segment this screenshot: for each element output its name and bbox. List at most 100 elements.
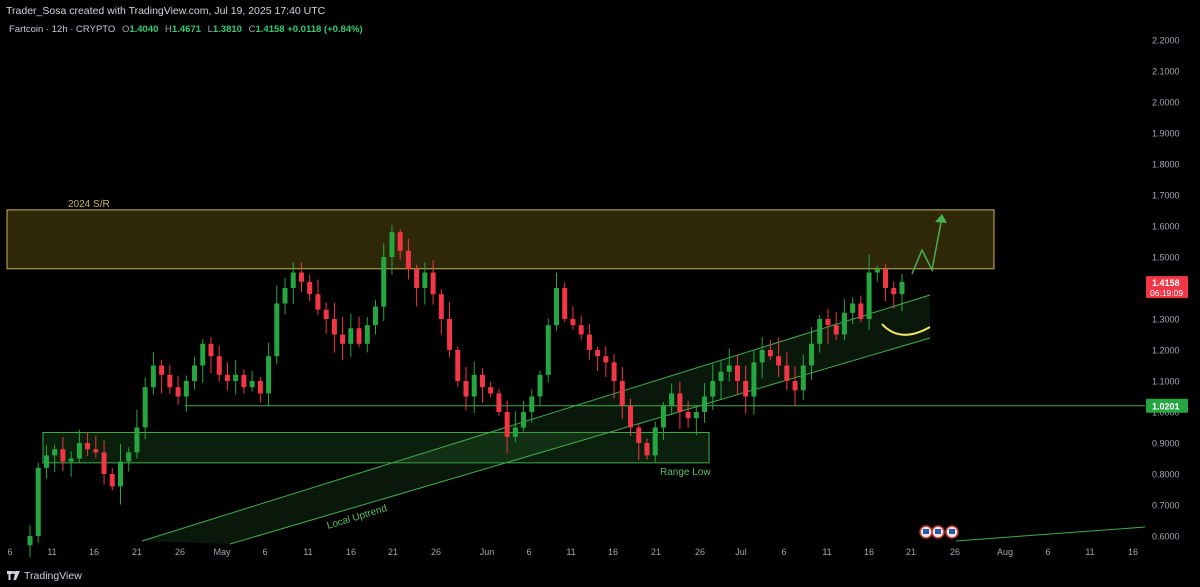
range-low-zone [42, 431, 710, 464]
candle-body [734, 365, 740, 381]
candle-body [817, 319, 823, 344]
candle-body [578, 325, 584, 335]
candle-body [553, 288, 559, 326]
candle-body [364, 325, 370, 344]
candle-body [660, 405, 666, 428]
candle-body [866, 272, 872, 319]
price-label: 1.4158 [1152, 278, 1180, 288]
watermark-header: Trader_Sosa created with TradingView.com… [0, 0, 1200, 22]
candle-body [150, 365, 156, 388]
candle-body [603, 356, 609, 363]
candle-body [241, 374, 247, 388]
candle-body [224, 374, 230, 381]
event-flag-inner [949, 529, 955, 534]
y-tick-label: 2.1000 [1152, 67, 1180, 77]
x-axis: 6 11 16 21 26 May 6 11 16 21 26 Jun 6 11 16 21 26 Jul 6 11 1… [7, 547, 1138, 557]
candle-body [331, 319, 337, 335]
tradingview-logo[interactable]: TradingView [7, 570, 82, 582]
future-trend-line [955, 526, 1146, 542]
range-low-label: Range Low [660, 467, 711, 478]
candle-body [899, 281, 905, 295]
tradingview-icon [7, 571, 20, 580]
x-tick-label: Jun [480, 547, 495, 557]
x-tick-label: Aug [997, 547, 1013, 557]
y-tick-label: 1.7000 [1152, 191, 1180, 201]
candle-body [216, 356, 222, 375]
candle-body [447, 319, 453, 350]
candle-body [809, 343, 815, 366]
candle-body [751, 362, 757, 397]
candle-body [455, 350, 461, 381]
candle-body [438, 294, 444, 319]
candle-body [142, 387, 148, 428]
x-tick-label: 11 [47, 547, 56, 557]
y-tick-label: 0.8000 [1152, 470, 1180, 480]
author-caption: Trader_Sosa created with TradingView.com… [6, 5, 326, 17]
candle-body [60, 449, 66, 462]
y-tick-label: 2.0000 [1152, 98, 1180, 108]
candle-body [792, 381, 798, 391]
candle-body [52, 449, 58, 456]
candle-body [356, 328, 362, 344]
candle-body [693, 412, 699, 419]
candle-body [677, 393, 683, 412]
x-tick-label: 16 [864, 547, 874, 557]
candle-body [422, 272, 428, 288]
x-tick-label: 16 [89, 547, 99, 557]
candle-body [274, 303, 280, 357]
candle-body [619, 381, 625, 406]
candle-body [883, 269, 889, 288]
candle-body [800, 365, 806, 391]
candle-body [611, 362, 617, 381]
candle-body [833, 325, 839, 335]
event-flag-inner [923, 529, 929, 534]
y-tick-label: 2.2000 [1152, 36, 1180, 46]
candle-body [537, 374, 543, 397]
candle-body [257, 381, 263, 394]
x-tick-label: 21 [132, 547, 142, 557]
candle-body [117, 461, 123, 487]
y-tick-label: 0.6000 [1152, 532, 1180, 542]
candle-body [850, 303, 856, 313]
candle-body [175, 387, 181, 397]
candle-body [76, 443, 82, 459]
footer-bar: TradingView [0, 565, 1200, 587]
y-tick-label: 1.6000 [1152, 222, 1180, 232]
event-flag-inner [935, 529, 941, 534]
x-tick-label: 16 [346, 547, 356, 557]
x-tick-label: 6 [1045, 547, 1050, 557]
candle-body [496, 393, 502, 412]
candle-body [134, 427, 140, 453]
candle-body [644, 443, 650, 456]
x-tick-label: 21 [651, 547, 661, 557]
candle-body [512, 427, 518, 437]
x-tick-label: 21 [906, 547, 916, 557]
candle-body [545, 325, 551, 375]
candles-layer [27, 224, 905, 558]
candle-body [290, 272, 296, 288]
candle-body [43, 455, 49, 468]
candle-body [159, 365, 165, 375]
y-tick-label: 1.8000 [1152, 160, 1180, 170]
candle-body [891, 288, 897, 295]
candle-body [562, 288, 568, 319]
y-tick-label: 1.3000 [1152, 315, 1180, 325]
candle-body [298, 272, 304, 282]
candle-body [109, 474, 115, 487]
brand-label: TradingView [24, 570, 82, 582]
candle-body [340, 334, 346, 344]
candle-body [825, 319, 831, 326]
sr-zone [6, 209, 995, 270]
candle-body [628, 405, 634, 428]
candle-body [570, 319, 576, 326]
y-tick-label: 1.2000 [1152, 346, 1180, 356]
price-chart[interactable]: 0.60000.70000.80000.90001.00001.10001.20… [0, 22, 1200, 565]
candle-body [126, 452, 132, 462]
candle-body [397, 232, 403, 251]
x-tick-label: 26 [175, 547, 185, 557]
candle-body [767, 350, 773, 357]
x-tick-label: 6 [781, 547, 786, 557]
x-tick-label: 11 [1085, 547, 1094, 557]
candle-body [652, 427, 658, 456]
candle-body [266, 356, 272, 394]
